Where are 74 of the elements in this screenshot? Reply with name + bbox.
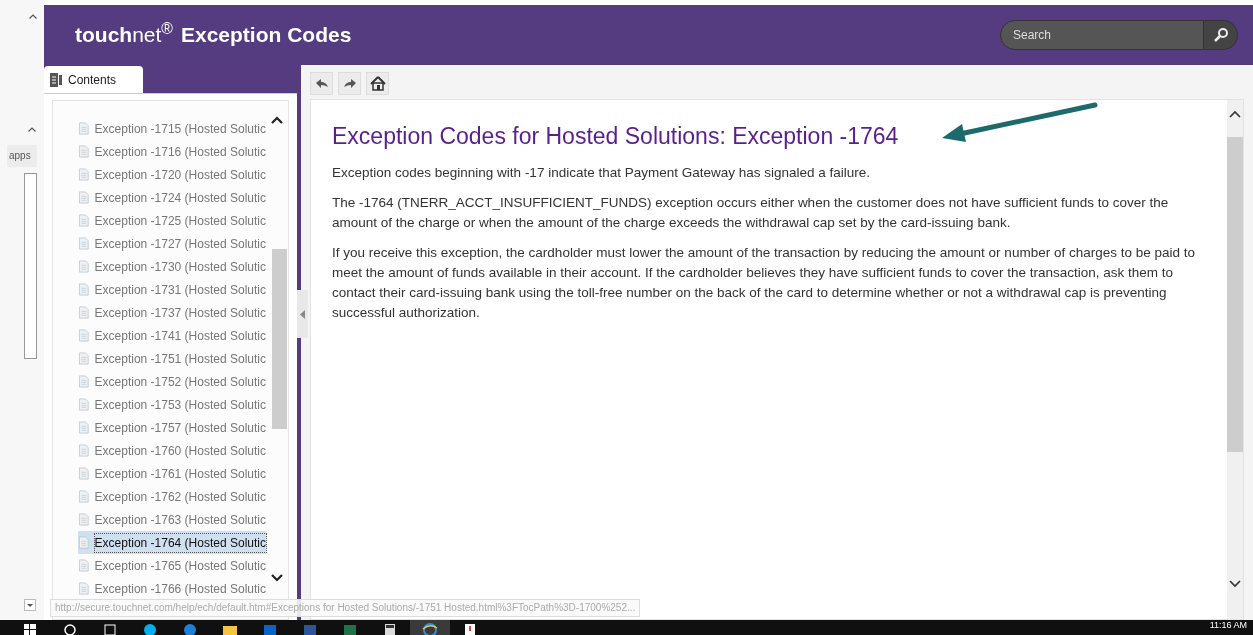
scroll-up-icon[interactable] bbox=[271, 116, 283, 124]
toc-item[interactable]: Exception -1764 (Hosted Solutic bbox=[78, 531, 266, 554]
home-icon bbox=[369, 76, 386, 91]
scroll-up-icon[interactable] bbox=[1229, 110, 1241, 118]
toc-item[interactable]: Exception -1757 (Hosted Solutic bbox=[78, 416, 266, 439]
page-icon bbox=[79, 282, 89, 297]
toc-item[interactable]: Exception -1731 (Hosted Solutic bbox=[78, 278, 266, 301]
search-button[interactable] bbox=[1204, 20, 1238, 50]
collapse-handle[interactable] bbox=[297, 290, 308, 338]
page-icon bbox=[79, 190, 89, 205]
forward-button[interactable] bbox=[338, 72, 361, 95]
status-url-tooltip: http://secure.touchnet.com/help/ech/default.htm#Exceptions for Hosted Solutions/-1751 Hosted.html%3FTocPath%3D-1700%252... bbox=[50, 599, 641, 617]
clock: 11:16 AM bbox=[1209, 621, 1247, 630]
search-icon bbox=[1212, 27, 1229, 43]
scrollbar-thumb[interactable] bbox=[272, 249, 287, 429]
article-title: Exception Codes for Hosted Solutions: Exception -1764 bbox=[332, 122, 899, 151]
toc-item[interactable]: Exception -1763 (Hosted Solutic bbox=[78, 508, 266, 531]
page-icon bbox=[79, 351, 89, 366]
page-icon bbox=[79, 512, 89, 527]
page-icon bbox=[79, 121, 89, 136]
page-icon bbox=[79, 397, 89, 412]
scroll-down-icon[interactable] bbox=[1229, 580, 1241, 588]
toc-item[interactable]: Exception -1751 (Hosted Solutic bbox=[78, 347, 266, 370]
toc-item[interactable]: Exception -1753 (Hosted Solutic bbox=[78, 393, 266, 416]
page-icon bbox=[79, 213, 89, 228]
toc-item[interactable]: Exception -1752 (Hosted Solutic bbox=[78, 370, 266, 393]
toc-item[interactable]: Exception -1716 (Hosted Solutic bbox=[78, 140, 266, 163]
page-icon bbox=[79, 374, 89, 389]
toc-item[interactable]: Exception -1765 (Hosted Solutic bbox=[78, 554, 266, 577]
toc-item[interactable]: Exception -1724 (Hosted Solutic bbox=[78, 186, 266, 209]
apps-label[interactable]: apps bbox=[7, 145, 37, 167]
toc-item[interactable]: Exception -1725 (Hosted Solutic bbox=[78, 209, 266, 232]
chevron-up-icon[interactable] bbox=[28, 127, 36, 132]
page-icon bbox=[79, 558, 89, 573]
paragraph: The -1764 (TNERR_ACCT_INSUFFICIENT_FUNDS) exception occurs either when the customer does not have sufficient funds to cover the amount of the charge or when the amount of the charge exceeds the withdrawal cap set by the card-issuing bank. bbox=[332, 194, 1170, 232]
paragraph: Exception codes beginning with -17 indicate that Payment Gateway has signaled a failure. bbox=[332, 164, 872, 182]
page-icon bbox=[79, 144, 89, 159]
back-button[interactable] bbox=[310, 72, 333, 95]
page-icon bbox=[79, 535, 89, 550]
page-icon bbox=[79, 305, 89, 320]
page-icon bbox=[79, 236, 89, 251]
scrollbar-thumb[interactable] bbox=[1227, 137, 1243, 452]
contents-tab[interactable]: Contents bbox=[44, 66, 143, 93]
forward-arrow-icon bbox=[343, 79, 356, 88]
toc-item[interactable]: Exception -1762 (Hosted Solutic bbox=[78, 485, 266, 508]
caret-left-icon bbox=[300, 309, 305, 319]
scroll-down-icon[interactable] bbox=[271, 574, 283, 582]
toc-item[interactable]: Exception -1761 (Hosted Solutic bbox=[78, 462, 266, 485]
toc-item[interactable]: Exception -1737 (Hosted Solutic bbox=[78, 301, 266, 324]
chevron-up-icon[interactable] bbox=[29, 14, 37, 19]
toc-item[interactable]: Exception -1727 (Hosted Solutic bbox=[78, 232, 266, 255]
page-icon bbox=[79, 259, 89, 274]
toc-item[interactable]: Exception -1766 (Hosted Solutic bbox=[78, 577, 266, 600]
toc-item[interactable]: Exception -1715 (Hosted Solutic bbox=[78, 117, 266, 140]
toc-item[interactable]: Exception -1730 (Hosted Solutic bbox=[78, 255, 266, 278]
browser-icon bbox=[422, 620, 438, 635]
back-arrow-icon bbox=[315, 79, 328, 88]
page-icon bbox=[79, 443, 89, 458]
logo: touchnet$^{®}$ bbox=[75, 19, 173, 49]
page-icon bbox=[79, 420, 89, 435]
page-icon bbox=[79, 328, 89, 343]
home-button[interactable] bbox=[366, 72, 389, 95]
search-field[interactable]: Search bbox=[1000, 20, 1204, 50]
page-icon bbox=[79, 489, 89, 504]
page-icon bbox=[79, 167, 89, 182]
toc-item[interactable]: Exception -1741 (Hosted Solutic bbox=[78, 324, 266, 347]
taskbar-button[interactable] bbox=[410, 620, 450, 635]
toc-item[interactable]: Exception -1760 (Hosted Solutic bbox=[78, 439, 266, 462]
page-icon bbox=[79, 581, 89, 596]
app-title: Exception Codes bbox=[180, 22, 352, 49]
paragraph: If you receive this exception, the cardholder must lower the amount of the transaction by reducing the amount or number of charges to be paid to meet the amount of funds available in their account. If the cardholder believes they have sufficient funds to cover the transaction, ask them to contact their card-issuing bank using the toll-free number on the back of the card to determine whether or not a withdrawal cap is preventing successful authorization. bbox=[332, 244, 1196, 322]
page-icon bbox=[79, 466, 89, 481]
scrollbar[interactable] bbox=[24, 173, 37, 359]
toc-item[interactable]: Exception -1720 (Hosted Solutic bbox=[78, 163, 266, 186]
